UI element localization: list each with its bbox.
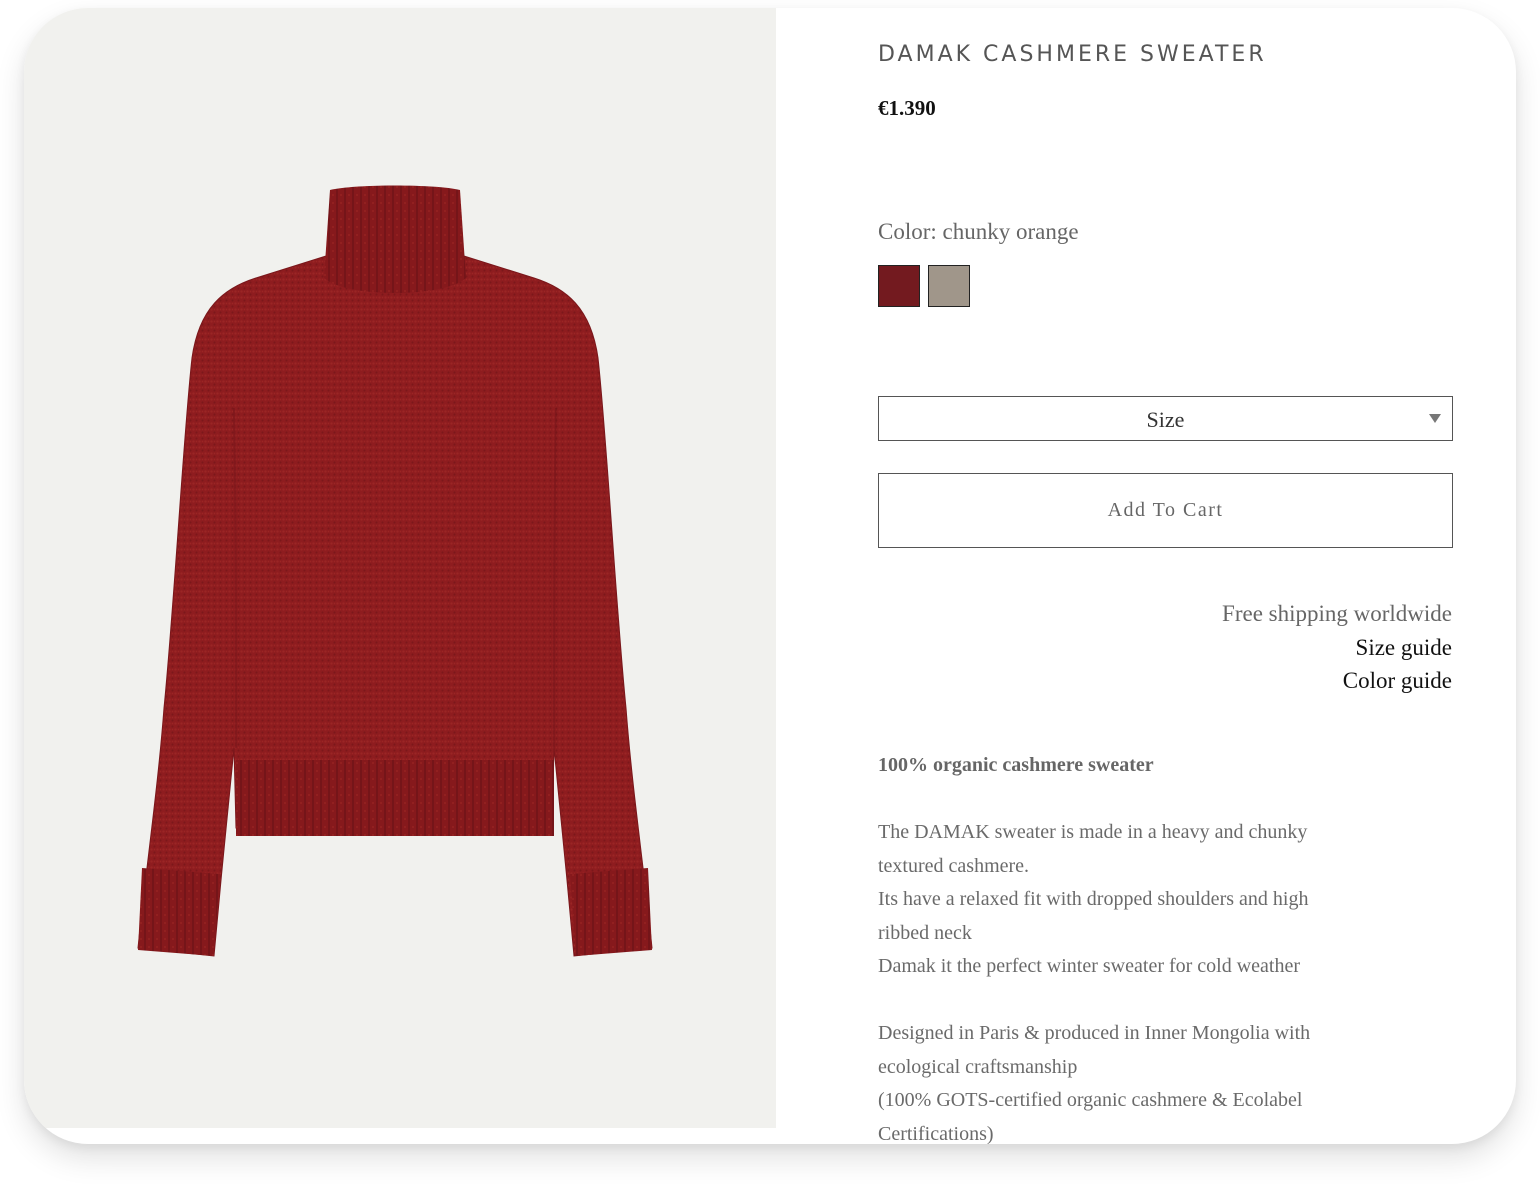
add-to-cart-button[interactable]: Add To Cart [878, 473, 1453, 548]
description-line: Damak it the perfect winter sweater for … [878, 955, 1301, 977]
color-label: Color: chunky orange [878, 219, 1079, 244]
sweater-image [137, 185, 653, 957]
description-line: Designed in Paris & produced in Inner Mo… [878, 1022, 1311, 1044]
size-select-label: Size [1146, 407, 1185, 432]
info-links: Free shipping worldwide Size guide Color… [1222, 597, 1452, 698]
description-line: (100% GOTS-certified organic cashmere & … [878, 1089, 1303, 1111]
description-line: ribbed neck [878, 921, 972, 944]
description-line: The DAMAK sweater is made in a heavy and… [878, 821, 1308, 843]
chevron-down-icon [1429, 414, 1441, 423]
size-select[interactable]: Size [878, 396, 1453, 441]
free-shipping-text: Free shipping worldwide [1222, 601, 1452, 626]
description-line: Certifications) [878, 1122, 994, 1145]
color-swatches [878, 265, 970, 307]
product-card: DAMAK CASHMERE SWEATER €1.390 Color: chu… [24, 8, 1516, 1144]
swatch-chunky-orange[interactable] [878, 265, 920, 307]
description-line: textured cashmere. [878, 854, 1030, 877]
description-line: ecological craftsmanship [878, 1055, 1078, 1078]
color-guide-link[interactable]: Color guide [1222, 664, 1452, 698]
swatch-grey[interactable] [928, 265, 970, 307]
description-paragraph: Designed in Paris & produced in Inner Mo… [878, 1017, 1438, 1144]
product-details: DAMAK CASHMERE SWEATER €1.390 Color: chu… [878, 8, 1454, 1144]
product-title: DAMAK CASHMERE SWEATER [878, 42, 1267, 67]
product-description: 100% organic cashmere sweater The DAMAK … [878, 749, 1438, 1144]
description-line: Its have a relaxed fit with dropped shou… [878, 888, 1309, 910]
product-price: €1.390 [878, 96, 936, 120]
description-paragraph: The DAMAK sweater is made in a heavy and… [878, 816, 1438, 984]
description-heading: 100% organic cashmere sweater [878, 754, 1154, 776]
size-guide-link[interactable]: Size guide [1222, 631, 1452, 665]
product-image-panel [24, 8, 776, 1128]
